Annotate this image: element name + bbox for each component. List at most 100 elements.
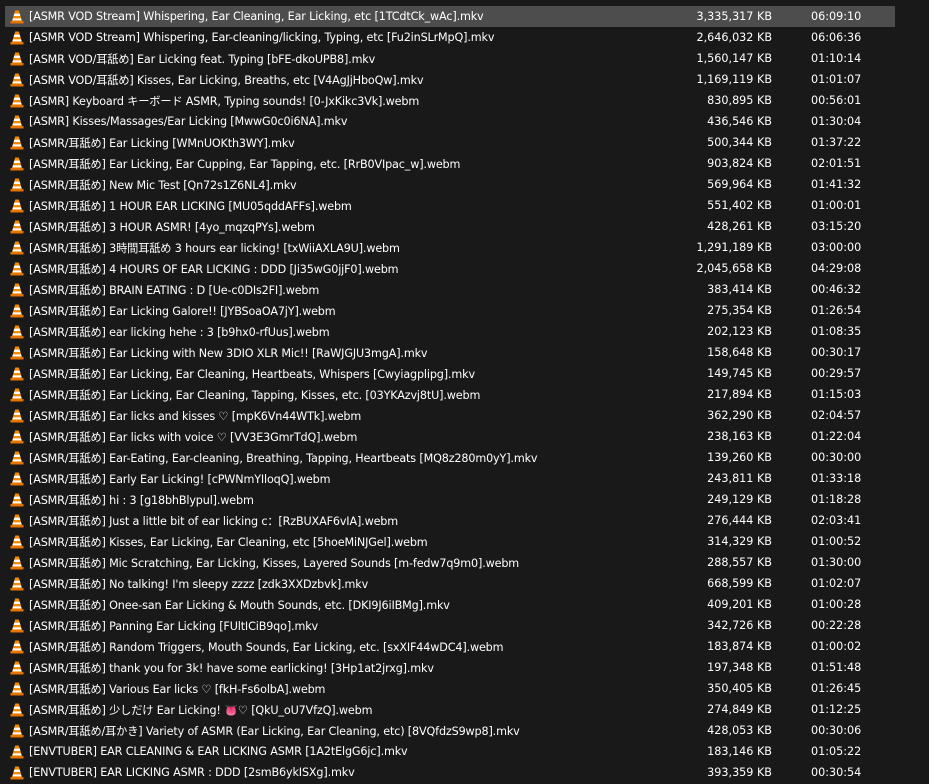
- vlc-cone-icon: [10, 346, 24, 359]
- file-row[interactable]: [ASMR/耳舐め] No talking! I'm sleepy zzzz […: [5, 573, 895, 594]
- file-name: [ENVTUBER] EAR LICKING ASMR : DDD [2smB6…: [29, 766, 355, 779]
- file-length: 01:51:48: [811, 661, 862, 674]
- file-row[interactable]: [ASMR VOD Stream] Whispering, Ear-cleani…: [5, 27, 895, 48]
- file-row[interactable]: [ASMR/耳舐め] BRAIN EATING : D [Ue-c0DIs2FI…: [5, 279, 895, 300]
- file-row[interactable]: [ASMR/耳舐め] 3 HOUR ASMR! [4yo_mqzqPYs].we…: [5, 216, 895, 237]
- file-length: 04:29:08: [811, 262, 862, 275]
- file-size: 393,359 KB: [707, 766, 772, 779]
- file-size: 830,895 KB: [707, 94, 772, 107]
- file-row[interactable]: [ASMR/耳舐め] Ear Licking, Ear Cleaning, He…: [5, 363, 895, 384]
- file-row[interactable]: [ASMR] Kisses/Massages/Ear Licking [MwwG…: [5, 111, 895, 132]
- vlc-cone-icon: [10, 409, 24, 422]
- file-row[interactable]: [ASMR/耳舐め] Ear licks and kisses ♡ [mpK6V…: [5, 405, 895, 426]
- file-row[interactable]: [ENVTUBER] EAR LICKING ASMR : DDD [2smB6…: [5, 762, 895, 783]
- file-length: 01:18:28: [811, 493, 862, 506]
- file-list: [ASMR VOD Stream] Whispering, Ear Cleani…: [5, 6, 895, 783]
- file-row[interactable]: [ASMR/耳舐め] Just a little bit of ear lick…: [5, 510, 895, 531]
- file-name: [ASMR VOD/耳舐め] Ear Licking feat. Typing …: [29, 52, 376, 66]
- file-size: 249,129 KB: [707, 493, 772, 506]
- file-row[interactable]: [ENVTUBER] EAR CLEANING & EAR LICKING AS…: [5, 741, 895, 762]
- file-row[interactable]: [ASMR/耳舐め] Ear Licking [WMnUOKth3WY].mkv…: [5, 132, 895, 153]
- file-size: 2,045,658 KB: [696, 262, 772, 275]
- file-row[interactable]: [ASMR] Keyboard キーボード ASMR, Typing sound…: [5, 90, 895, 111]
- file-row[interactable]: [ASMR/耳舐め] ear licking hehe : 3 [b9hx0-r…: [5, 321, 895, 342]
- file-name: [ASMR/耳舐め] Ear Licking, Ear Cupping, Ear…: [29, 157, 461, 171]
- file-row[interactable]: [ASMR/耳舐め] 少しだけ Ear Licking! 👅♡ [QkU_oU7…: [5, 699, 895, 720]
- file-row[interactable]: [ASMR/耳舐め] hi : 3 [g18bhBlypul].webm 249…: [5, 489, 895, 510]
- file-size: 1,291,189 KB: [696, 241, 772, 254]
- file-row[interactable]: [ASMR/耳舐め] 4 HOURS OF EAR LICKING : DDD …: [5, 258, 895, 279]
- file-name: [ASMR/耳舐め] 3時間耳舐め 3 hours ear licking! […: [29, 241, 400, 255]
- file-row[interactable]: [ASMR/耳舐め] Ear Licking with New 3DIO XLR…: [5, 342, 895, 363]
- file-size: 243,811 KB: [707, 472, 772, 485]
- vlc-cone-icon: [10, 472, 24, 485]
- vlc-cone-icon: [10, 766, 24, 779]
- vlc-cone-icon: [10, 220, 24, 233]
- file-length: 01:41:32: [811, 178, 862, 191]
- file-name: [ASMR/耳舐め] Ear Licking Galore!! [JYBSoaO…: [29, 304, 336, 318]
- file-name: [ASMR/耳舐め] Ear Licking [WMnUOKth3WY].mkv: [29, 136, 295, 150]
- vlc-cone-icon: [10, 619, 24, 632]
- file-length: 00:30:54: [811, 766, 862, 779]
- file-row[interactable]: [ASMR VOD/耳舐め] Ear Licking feat. Typing …: [5, 48, 895, 69]
- file-row[interactable]: [ASMR/耳舐め] 3時間耳舐め 3 hours ear licking! […: [5, 237, 895, 258]
- file-row[interactable]: [ASMR/耳舐め] Mic Scratching, Ear Licking, …: [5, 552, 895, 573]
- file-name: [ASMR/耳舐め] hi : 3 [g18bhBlypul].webm: [29, 493, 254, 507]
- file-length: 01:26:54: [811, 304, 862, 317]
- file-row[interactable]: [ASMR/耳舐め] Ear Licking, Ear Cleaning, Ta…: [5, 384, 895, 405]
- file-name: [ASMR/耳舐め] Kisses, Ear Licking, Ear Clea…: [29, 535, 428, 549]
- file-size: 139,260 KB: [707, 451, 772, 464]
- file-length: 01:33:18: [811, 472, 862, 485]
- vlc-cone-icon: [10, 388, 24, 401]
- file-row[interactable]: [ASMR/耳舐め/耳かき] Variety of ASMR (Ear Lick…: [5, 720, 895, 741]
- vlc-cone-icon: [10, 178, 24, 191]
- file-length: 00:22:28: [811, 619, 862, 632]
- file-row[interactable]: [ASMR/耳舐め] Onee-san Ear Licking & Mouth …: [5, 594, 895, 615]
- file-length: 02:04:57: [811, 409, 862, 422]
- file-name: [ASMR VOD Stream] Whispering, Ear Cleani…: [29, 10, 484, 23]
- file-size: 1,169,119 KB: [696, 73, 772, 86]
- file-row[interactable]: [ASMR/耳舐め] Early Ear Licking! [cPWNmYIlo…: [5, 468, 895, 489]
- file-name: [ASMR/耳舐め] Just a little bit of ear lick…: [29, 514, 399, 528]
- file-row[interactable]: [ASMR/耳舐め] Various Ear licks ♡ [fkH-Fs6o…: [5, 678, 895, 699]
- file-length: 01:12:25: [811, 703, 862, 716]
- file-size: 409,201 KB: [707, 598, 772, 611]
- file-length: 02:03:41: [811, 514, 862, 527]
- file-length: 01:01:07: [811, 73, 862, 86]
- file-length: 01:37:22: [811, 136, 862, 149]
- file-size: 197,348 KB: [707, 661, 772, 674]
- file-name: [ASMR VOD/耳舐め] Kisses, Ear Licking, Brea…: [29, 73, 424, 87]
- vlc-cone-icon: [10, 73, 24, 86]
- file-row[interactable]: [ASMR VOD Stream] Whispering, Ear Cleani…: [5, 6, 895, 27]
- file-size: 202,123 KB: [707, 325, 772, 338]
- file-length: 01:26:45: [811, 682, 862, 695]
- file-row[interactable]: [ASMR/耳舐め] Ear Licking, Ear Cupping, Ear…: [5, 153, 895, 174]
- file-size: 183,874 KB: [707, 640, 772, 653]
- vlc-cone-icon: [10, 745, 24, 758]
- file-row[interactable]: [ASMR/耳舐め] Random Triggers, Mouth Sounds…: [5, 636, 895, 657]
- file-row[interactable]: [ASMR/耳舐め] Ear-Eating, Ear-cleaning, Bre…: [5, 447, 895, 468]
- file-row[interactable]: [ASMR/耳舐め] Ear licks with voice ♡ [VV3E3…: [5, 426, 895, 447]
- file-length: 00:46:32: [811, 283, 862, 296]
- file-length: 01:00:28: [811, 598, 862, 611]
- file-name: [ASMR/耳舐め] New Mic Test [Qn72s1Z6NL4].mk…: [29, 178, 297, 192]
- file-name: [ASMR/耳舐め] ear licking hehe : 3 [b9hx0-r…: [29, 325, 330, 339]
- file-size: 158,648 KB: [707, 346, 772, 359]
- file-row[interactable]: [ASMR/耳舐め] Ear Licking Galore!! [JYBSoaO…: [5, 300, 895, 321]
- file-row[interactable]: [ASMR VOD/耳舐め] Kisses, Ear Licking, Brea…: [5, 69, 895, 90]
- file-length: 01:30:00: [811, 556, 862, 569]
- file-size: 903,824 KB: [707, 157, 772, 170]
- file-name: [ASMR/耳舐め] 1 HOUR EAR LICKING [MU05qddAF…: [29, 199, 352, 213]
- file-row[interactable]: [ASMR/耳舐め] New Mic Test [Qn72s1Z6NL4].mk…: [5, 174, 895, 195]
- file-row[interactable]: [ASMR/耳舐め] Panning Ear Licking [FUltICiB…: [5, 615, 895, 636]
- file-row[interactable]: [ASMR/耳舐め] thank you for 3k! have some e…: [5, 657, 895, 678]
- file-row[interactable]: [ASMR/耳舐め] Kisses, Ear Licking, Ear Clea…: [5, 531, 895, 552]
- file-length: 01:00:52: [811, 535, 862, 548]
- file-name: [ASMR/耳舐め] No talking! I'm sleepy zzzz […: [29, 577, 369, 591]
- file-name: [ASMR/耳舐め] Ear Licking with New 3DIO XLR…: [29, 346, 428, 360]
- file-name: [ASMR/耳舐め] Ear licks and kisses ♡ [mpK6V…: [29, 409, 362, 423]
- file-name: [ASMR] Keyboard キーボード ASMR, Typing sound…: [29, 94, 420, 108]
- vlc-cone-icon: [10, 10, 24, 23]
- file-row[interactable]: [ASMR/耳舐め] 1 HOUR EAR LICKING [MU05qddAF…: [5, 195, 895, 216]
- vlc-cone-icon: [10, 136, 24, 149]
